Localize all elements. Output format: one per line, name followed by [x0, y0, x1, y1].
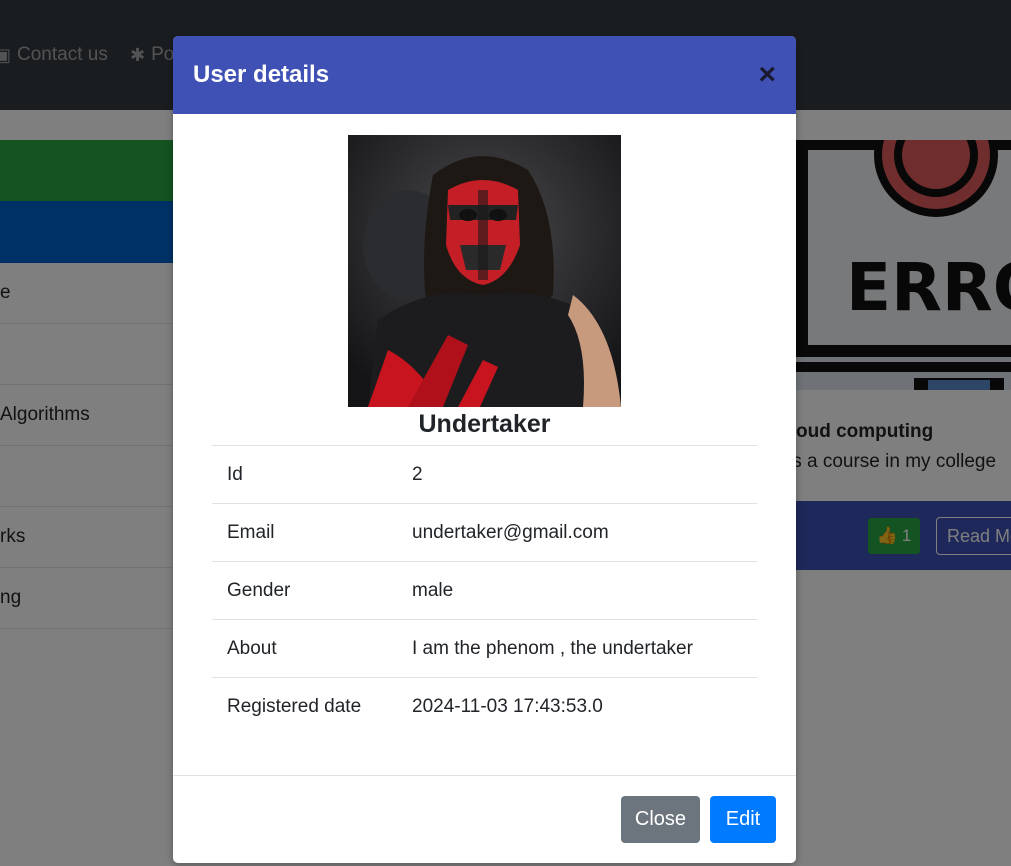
row-key: Id: [212, 445, 397, 504]
modal-body: Undertaker Id 2 Email undertaker@gmail.c…: [173, 114, 796, 775]
table-row: Id 2: [212, 445, 757, 504]
close-button[interactable]: Close: [621, 796, 700, 843]
user-info-table: Id 2 Email undertaker@gmail.com Gender m…: [212, 445, 757, 736]
row-value: male: [397, 561, 757, 620]
modal-header: User details ×: [173, 36, 796, 114]
row-value: I am the phenom , the undertaker: [397, 619, 757, 678]
table-row: Email undertaker@gmail.com: [212, 503, 757, 562]
modal-title: User details: [193, 61, 330, 88]
edit-button[interactable]: Edit: [710, 796, 776, 843]
row-key: About: [212, 619, 397, 678]
page: ▣ Contact us ✱ Po e Algorithms rks ng: [0, 0, 1011, 866]
user-details-modal: User details × Undertaker Id 2 Email und…: [173, 36, 796, 863]
row-value: undertaker@gmail.com: [397, 503, 757, 562]
table-row: About I am the phenom , the undertaker: [212, 619, 757, 678]
table-row: Registered date 2024-11-03 17:43:53.0: [212, 677, 757, 736]
row-key: Gender: [212, 561, 397, 620]
user-name: Undertaker: [418, 410, 551, 438]
modal-footer: Close Edit: [173, 775, 796, 863]
profile-photo: [348, 135, 621, 407]
table-row: Gender male: [212, 561, 757, 620]
row-value: 2024-11-03 17:43:53.0: [397, 677, 757, 736]
row-key: Registered date: [212, 677, 397, 736]
row-value: 2: [397, 445, 757, 504]
row-key: Email: [212, 503, 397, 562]
avatar: [348, 135, 621, 407]
close-icon[interactable]: ×: [758, 60, 776, 90]
